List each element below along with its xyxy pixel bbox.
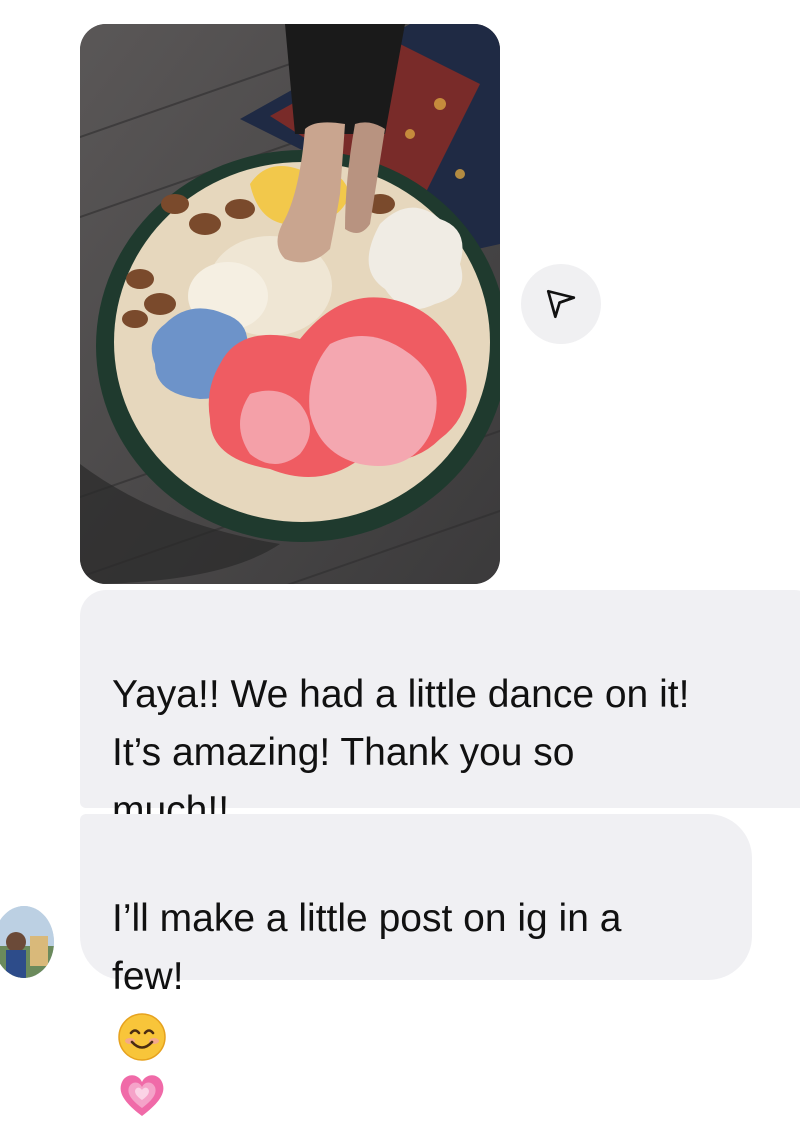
share-button[interactable] — [521, 264, 601, 344]
smiling-face-emoji — [118, 1012, 166, 1061]
message-bubble[interactable]: I’ll make a little post on ig in a few! — [80, 814, 752, 1116]
message-text: Yaya!! We had a little dance on it! It’s… — [112, 673, 690, 832]
avatar[interactable] — [0, 904, 56, 980]
rug-photo-image — [80, 24, 500, 584]
growing-heart-emoji — [120, 1074, 164, 1116]
message-bubble[interactable]: Yaya!! We had a little dance on it! It’s… — [80, 590, 800, 832]
shared-photo[interactable] — [80, 24, 500, 584]
paper-plane-icon — [546, 289, 576, 319]
message-text: I’ll make a little post on ig in a few! — [112, 897, 622, 998]
avatar-image — [0, 906, 54, 978]
